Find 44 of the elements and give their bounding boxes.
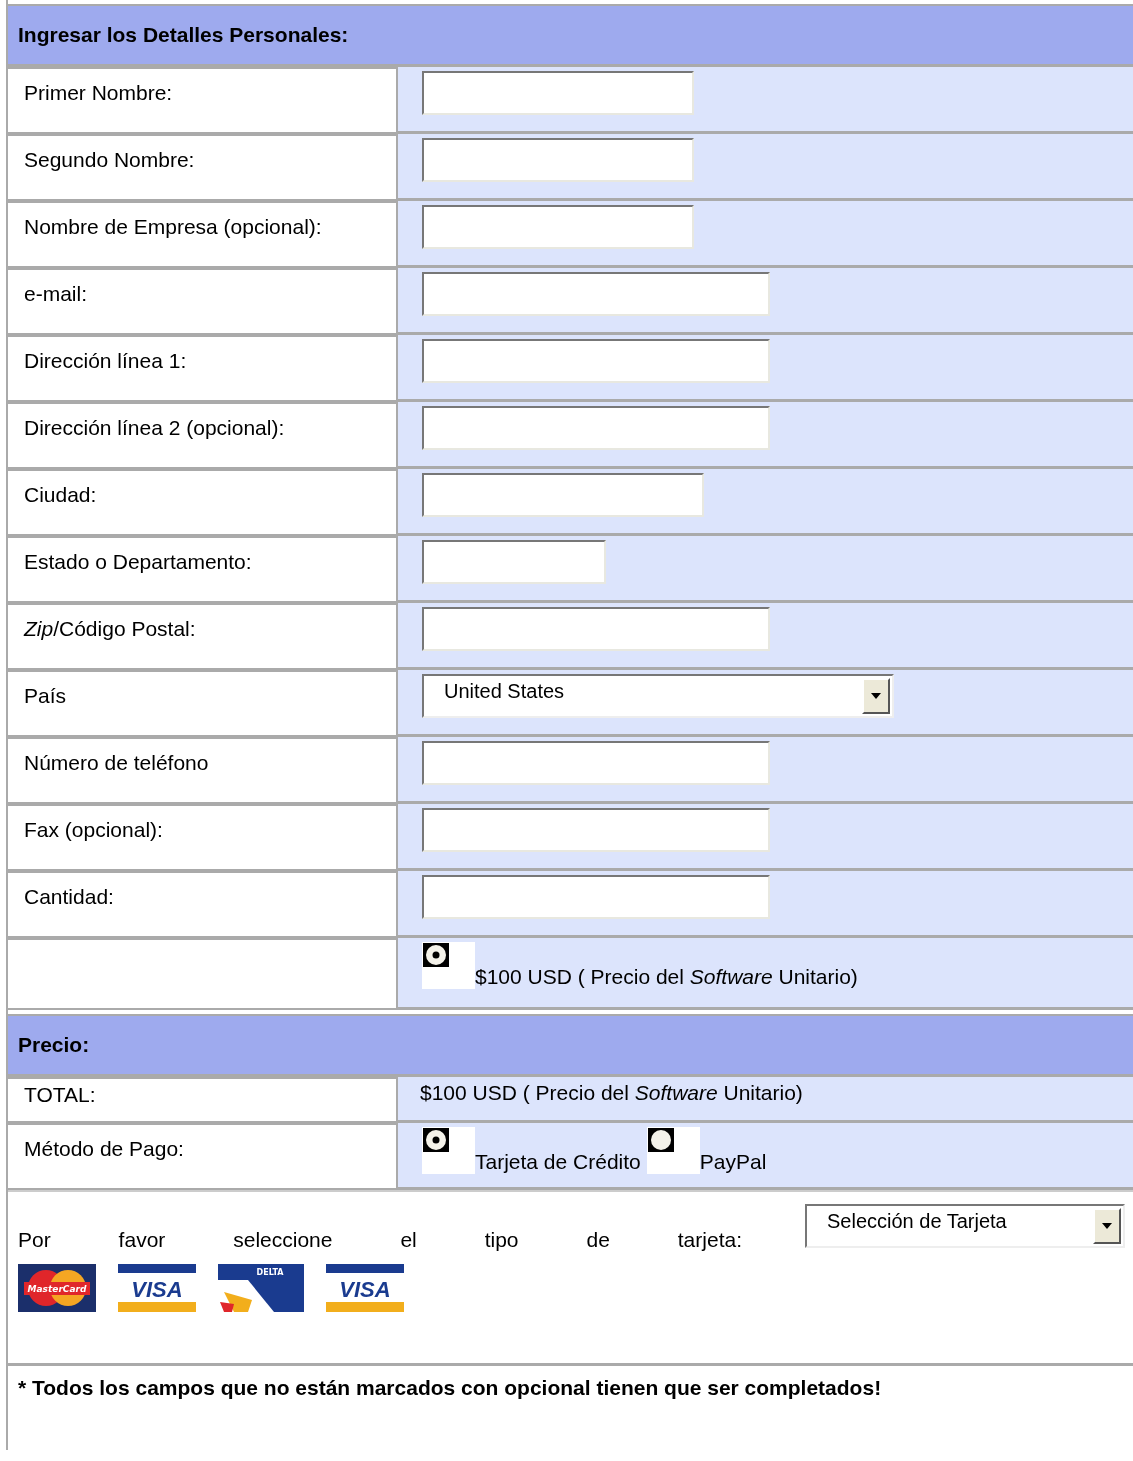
card-type-prompt: Por favor seleccione el tipo de tarjeta: (18, 1228, 742, 1252)
card-logo-icon: DELTA (218, 1264, 304, 1312)
field-label: Dirección línea 1: (8, 335, 398, 402)
required-fields-note: * Todos los campos que no están marcados con opcional tienen que ser completados! (17, 1375, 883, 1401)
section-title: Ingresar los Detalles Personales: (18, 23, 349, 47)
radio-button[interactable] (646, 1127, 675, 1155)
field-label: Método de Pago: (8, 1123, 398, 1190)
radio-label: Tarjeta de Crédito (475, 1150, 641, 1174)
field-label: Estado o Departamento: (8, 536, 398, 603)
input-field[interactable] (422, 741, 770, 785)
total-value: $100 USD ( Precio del Software Unitario) (420, 1081, 803, 1105)
radio-label: PayPal (699, 1150, 767, 1174)
field-label: Dirección línea 2 (opcional): (8, 402, 398, 469)
field-label: Primer Nombre: (8, 67, 398, 134)
field-label: TOTAL: (8, 1077, 398, 1123)
input-field[interactable] (422, 71, 694, 115)
field-label: Fax (opcional): (8, 804, 398, 871)
field-label: País (8, 670, 398, 737)
input-field[interactable] (422, 339, 770, 383)
radio-button[interactable] (422, 1127, 450, 1155)
dropdown[interactable]: United States (422, 674, 894, 718)
input-field[interactable] (422, 808, 770, 852)
card-logo-icon: MasterCard (18, 1264, 96, 1312)
dropdown[interactable]: Selección de Tarjeta (805, 1204, 1125, 1248)
field-label: Cantidad: (8, 871, 398, 938)
caret-icon (871, 693, 881, 699)
input-field[interactable] (422, 473, 704, 517)
field-label: Segundo Nombre: (8, 134, 398, 201)
input-field[interactable] (422, 272, 770, 316)
input-field[interactable] (422, 138, 694, 182)
radio-button[interactable] (422, 942, 450, 970)
input-field[interactable] (422, 540, 606, 584)
field-label: Ciudad: (8, 469, 398, 536)
input-field[interactable] (422, 607, 770, 651)
field-label: Zip/Código Postal: (8, 603, 398, 670)
field-label: Número de teléfono (8, 737, 398, 804)
field-label: e-mail: (8, 268, 398, 335)
caret-icon (1102, 1223, 1112, 1229)
input-field[interactable] (422, 875, 770, 919)
input-field[interactable] (422, 205, 694, 249)
radio-label: $100 USD ( Precio del Software Unitario) (475, 965, 858, 989)
input-field[interactable] (422, 406, 770, 450)
field-label: Nombre de Empresa (opcional): (8, 201, 398, 268)
section-title: Precio: (18, 1033, 90, 1057)
